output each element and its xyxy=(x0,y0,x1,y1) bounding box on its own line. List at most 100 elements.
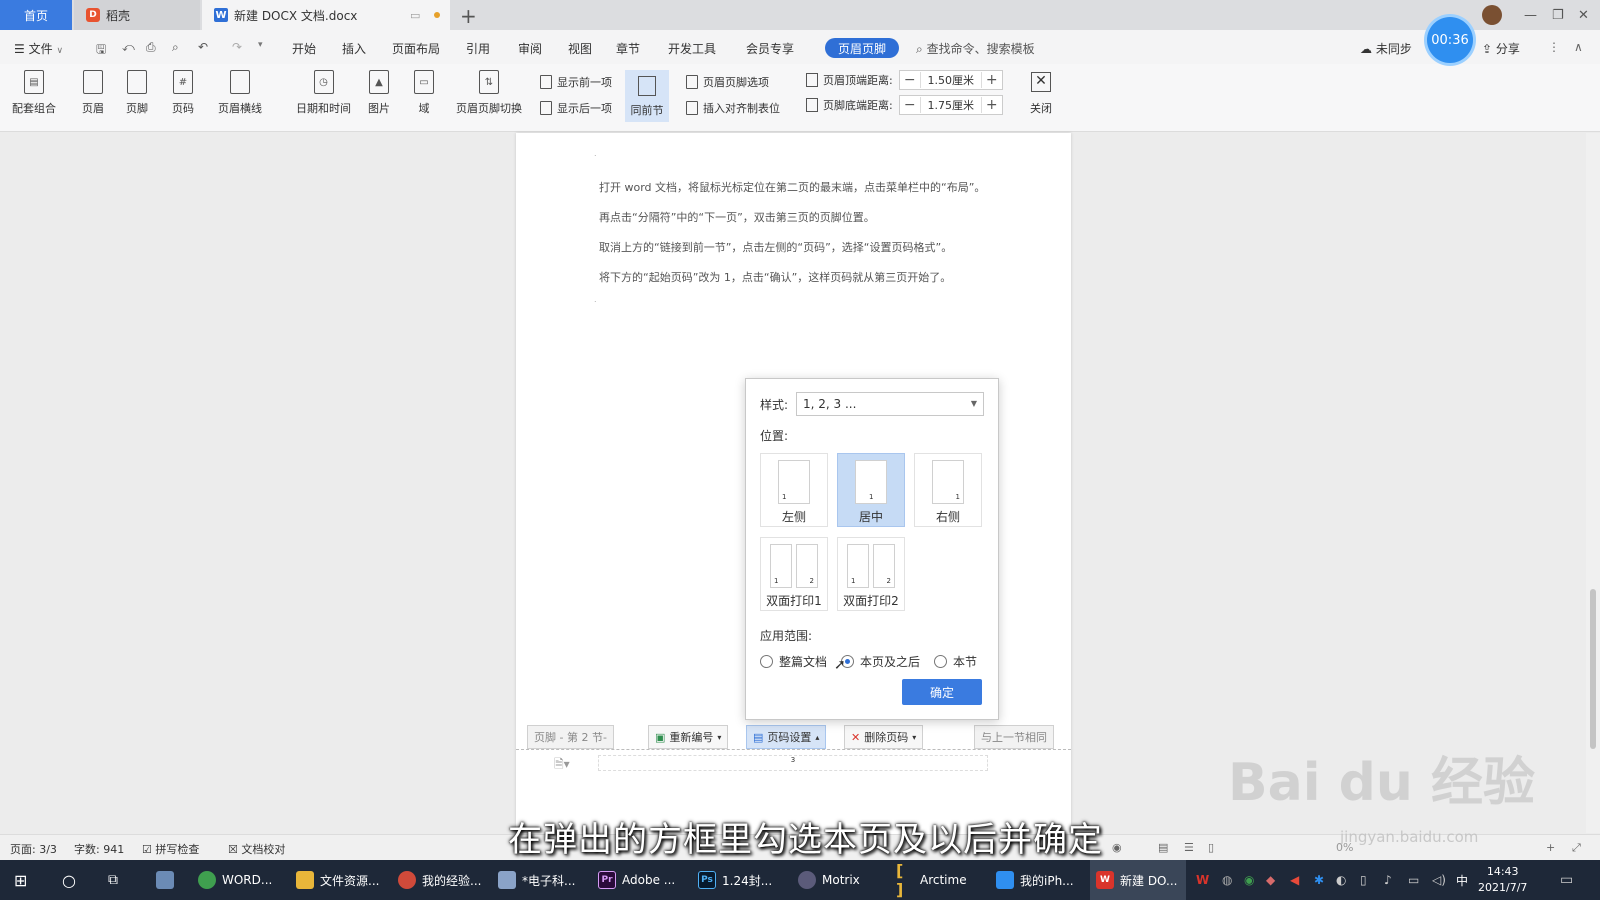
restore-icon[interactable]: ❐ xyxy=(1552,0,1564,30)
style-select[interactable]: 1, 2, 3 ... ▼ xyxy=(796,392,984,416)
page-view-icon[interactable]: ▤ xyxy=(1158,841,1168,854)
undo-icon[interactable]: ↶ xyxy=(198,40,208,54)
scope-this-page-after-label[interactable]: 本页及之后 xyxy=(860,653,920,670)
doc-paragraph[interactable]: 打开 word 文档，将鼠标光标定位在第二页的最末端，点击菜单栏中的“布局”。 xyxy=(599,179,985,195)
tab-home[interactable]: 首页 xyxy=(0,0,72,30)
tray-bluetooth-icon[interactable]: ✱ xyxy=(1314,860,1324,900)
new-tab-button[interactable]: + xyxy=(460,4,477,28)
avatar[interactable] xyxy=(1482,5,1502,25)
network-icon[interactable]: ▭ xyxy=(1408,860,1419,900)
insert-align-tab-button[interactable]: 插入对齐制表位 xyxy=(686,100,780,116)
print-icon[interactable]: ⎙ xyxy=(146,40,156,55)
tray-app-icon[interactable]: ◍ xyxy=(1222,860,1232,900)
footer-page-number[interactable]: 3 xyxy=(598,755,988,771)
command-search[interactable]: ⌕ 查找命令、搜索模板 xyxy=(916,40,1035,57)
taskbar-app-word-chrome[interactable]: WORD... xyxy=(198,860,272,900)
header-button[interactable]: 页眉 xyxy=(82,70,104,116)
position-left[interactable]: 1 左侧 xyxy=(760,453,828,527)
datetime-button[interactable]: ◷ 日期和时间 xyxy=(296,70,351,116)
undo-history-icon[interactable]: ⤺ xyxy=(122,40,135,55)
monitor-icon[interactable]: ▭ xyxy=(410,9,420,22)
doc-paragraph[interactable]: 将下方的“起始页码”改为 1，点击“确认”，这样页码就从第三页开始了。 xyxy=(599,269,951,285)
footer-bottom-value[interactable]: 1.75厘米 xyxy=(919,97,982,113)
vertical-scrollbar[interactable] xyxy=(1586,133,1600,833)
tray-penguin-icon[interactable]: ◐ xyxy=(1336,860,1346,900)
menu-start[interactable]: 开始 xyxy=(292,40,316,57)
tab-daoke[interactable]: D 稻壳 xyxy=(74,0,200,30)
task-view-icon[interactable]: ⧉ xyxy=(108,860,118,900)
decrease-icon[interactable]: − xyxy=(900,97,920,113)
redo-icon[interactable]: ↷ xyxy=(232,40,242,54)
close-window-icon[interactable]: ✕ xyxy=(1578,0,1589,30)
scroll-thumb[interactable] xyxy=(1590,589,1596,749)
outline-view-icon[interactable]: ☰ xyxy=(1184,841,1194,854)
field-button[interactable]: ▭ 域 xyxy=(414,70,434,116)
minimize-icon[interactable]: — xyxy=(1524,0,1537,30)
ok-button[interactable]: 确定 xyxy=(902,679,982,705)
spell-check[interactable]: ☑ 拼写检查 xyxy=(142,841,199,857)
print-preview-icon[interactable]: ⌕ xyxy=(172,40,179,55)
system-clock[interactable]: 14:43 2021/7/7 xyxy=(1478,864,1527,896)
taskbar-app-premiere[interactable]: Pr Adobe ... xyxy=(598,860,675,900)
zoom-in-icon[interactable]: + xyxy=(1546,841,1555,854)
position-duplex-1[interactable]: 1 2 双面打印1 xyxy=(760,537,828,611)
taskbar-app-iphone[interactable]: 我的iPh... xyxy=(996,860,1074,900)
search-circle-icon[interactable]: ○ xyxy=(62,860,76,900)
word-count[interactable]: 字数: 941 xyxy=(74,841,124,857)
taskbar-app-landscape[interactable] xyxy=(156,860,174,900)
increase-icon[interactable]: + xyxy=(982,97,1002,113)
page-number-setup-button[interactable]: ▤ 页码设置 ▴ xyxy=(746,725,827,749)
taskbar-app-wps-doc[interactable]: W 新建 DO... xyxy=(1090,860,1186,900)
microphone-icon[interactable]: ♪ xyxy=(1384,860,1392,900)
tab-document[interactable]: W 新建 DOCX 文档.docx ▭ xyxy=(202,0,450,30)
decrease-icon[interactable]: − xyxy=(900,72,920,88)
footer-bottom-stepper[interactable]: − 1.75厘米 + xyxy=(898,95,1003,115)
scope-whole-label[interactable]: 整篇文档 xyxy=(779,653,827,670)
scope-whole-radio[interactable] xyxy=(760,655,773,668)
tray-network-app-icon[interactable]: ◉ xyxy=(1244,860,1254,900)
share-button[interactable]: ⇪ 分享 xyxy=(1482,40,1520,57)
show-prev-button[interactable]: 显示前一项 xyxy=(540,74,612,90)
customize-icon[interactable]: ▾ xyxy=(258,40,263,50)
taskbar-app-experience[interactable]: 我的经验... xyxy=(398,860,481,900)
picture-button[interactable]: ▲ 图片 xyxy=(368,70,390,116)
menu-devtools[interactable]: 开发工具 xyxy=(668,40,716,57)
page-indicator[interactable]: 页面: 3/3 xyxy=(10,841,57,857)
header-footer-switch-button[interactable]: ⇅ 页眉页脚切换 xyxy=(456,70,522,116)
show-next-button[interactable]: 显示后一项 xyxy=(540,100,612,116)
usb-icon[interactable]: ▯ xyxy=(1360,860,1367,900)
menu-view[interactable]: 视图 xyxy=(568,40,592,57)
increase-icon[interactable]: + xyxy=(982,72,1002,88)
doc-paragraph[interactable]: 再点击“分隔符”中的“下一页”，双击第三页的页脚位置。 xyxy=(599,209,875,225)
wps-tray-icon[interactable]: W xyxy=(1196,860,1209,900)
menu-header-footer[interactable]: 页眉页脚 xyxy=(825,38,899,58)
footer-layout-icon[interactable]: 🗎▾ xyxy=(554,755,570,776)
header-line-button[interactable]: 页眉横线 xyxy=(218,70,262,116)
menu-chapter[interactable]: 章节 xyxy=(616,40,640,57)
same-as-previous-button[interactable]: 同前节 xyxy=(625,70,669,122)
notification-icon[interactable]: ▭ xyxy=(1560,860,1573,900)
position-center[interactable]: 1 居中 xyxy=(837,453,905,527)
renumber-button[interactable]: ▣ 重新编号 ▾ xyxy=(648,725,729,749)
save-icon[interactable]: 🖫 xyxy=(96,40,106,61)
close-header-footer-button[interactable]: ✕ 关闭 xyxy=(1030,72,1052,116)
fullscreen-icon[interactable]: ⤢ xyxy=(1572,841,1581,855)
menu-review[interactable]: 审阅 xyxy=(518,40,542,57)
header-footer-options-button[interactable]: 页眉页脚选项 xyxy=(686,74,769,90)
reading-view-icon[interactable]: ▯ xyxy=(1208,841,1214,854)
taskbar-app-photoshop[interactable]: Ps 1.24封... xyxy=(698,860,772,900)
tray-arrow-icon[interactable]: ◀ xyxy=(1290,860,1299,900)
position-right[interactable]: 1 右侧 xyxy=(914,453,982,527)
collapse-ribbon-icon[interactable]: ∧ xyxy=(1574,40,1583,54)
eye-protection-icon[interactable]: ◉ xyxy=(1112,841,1122,854)
combo-button[interactable]: ▤ 配套组合 xyxy=(12,70,56,116)
menu-insert[interactable]: 插入 xyxy=(342,40,366,57)
taskbar-app-electronic[interactable]: *电子科... xyxy=(498,860,575,900)
windows-start-icon[interactable]: ⊞ xyxy=(14,860,27,900)
doc-proofread[interactable]: ☒ 文档校对 xyxy=(228,841,285,857)
scope-section-label[interactable]: 本节 xyxy=(953,653,977,670)
taskbar-app-explorer[interactable]: 文件资源... xyxy=(296,860,379,900)
position-duplex-2[interactable]: 1 2 双面打印2 xyxy=(837,537,905,611)
scope-section-radio[interactable] xyxy=(934,655,948,668)
menu-member[interactable]: 会员专享 xyxy=(746,40,794,57)
